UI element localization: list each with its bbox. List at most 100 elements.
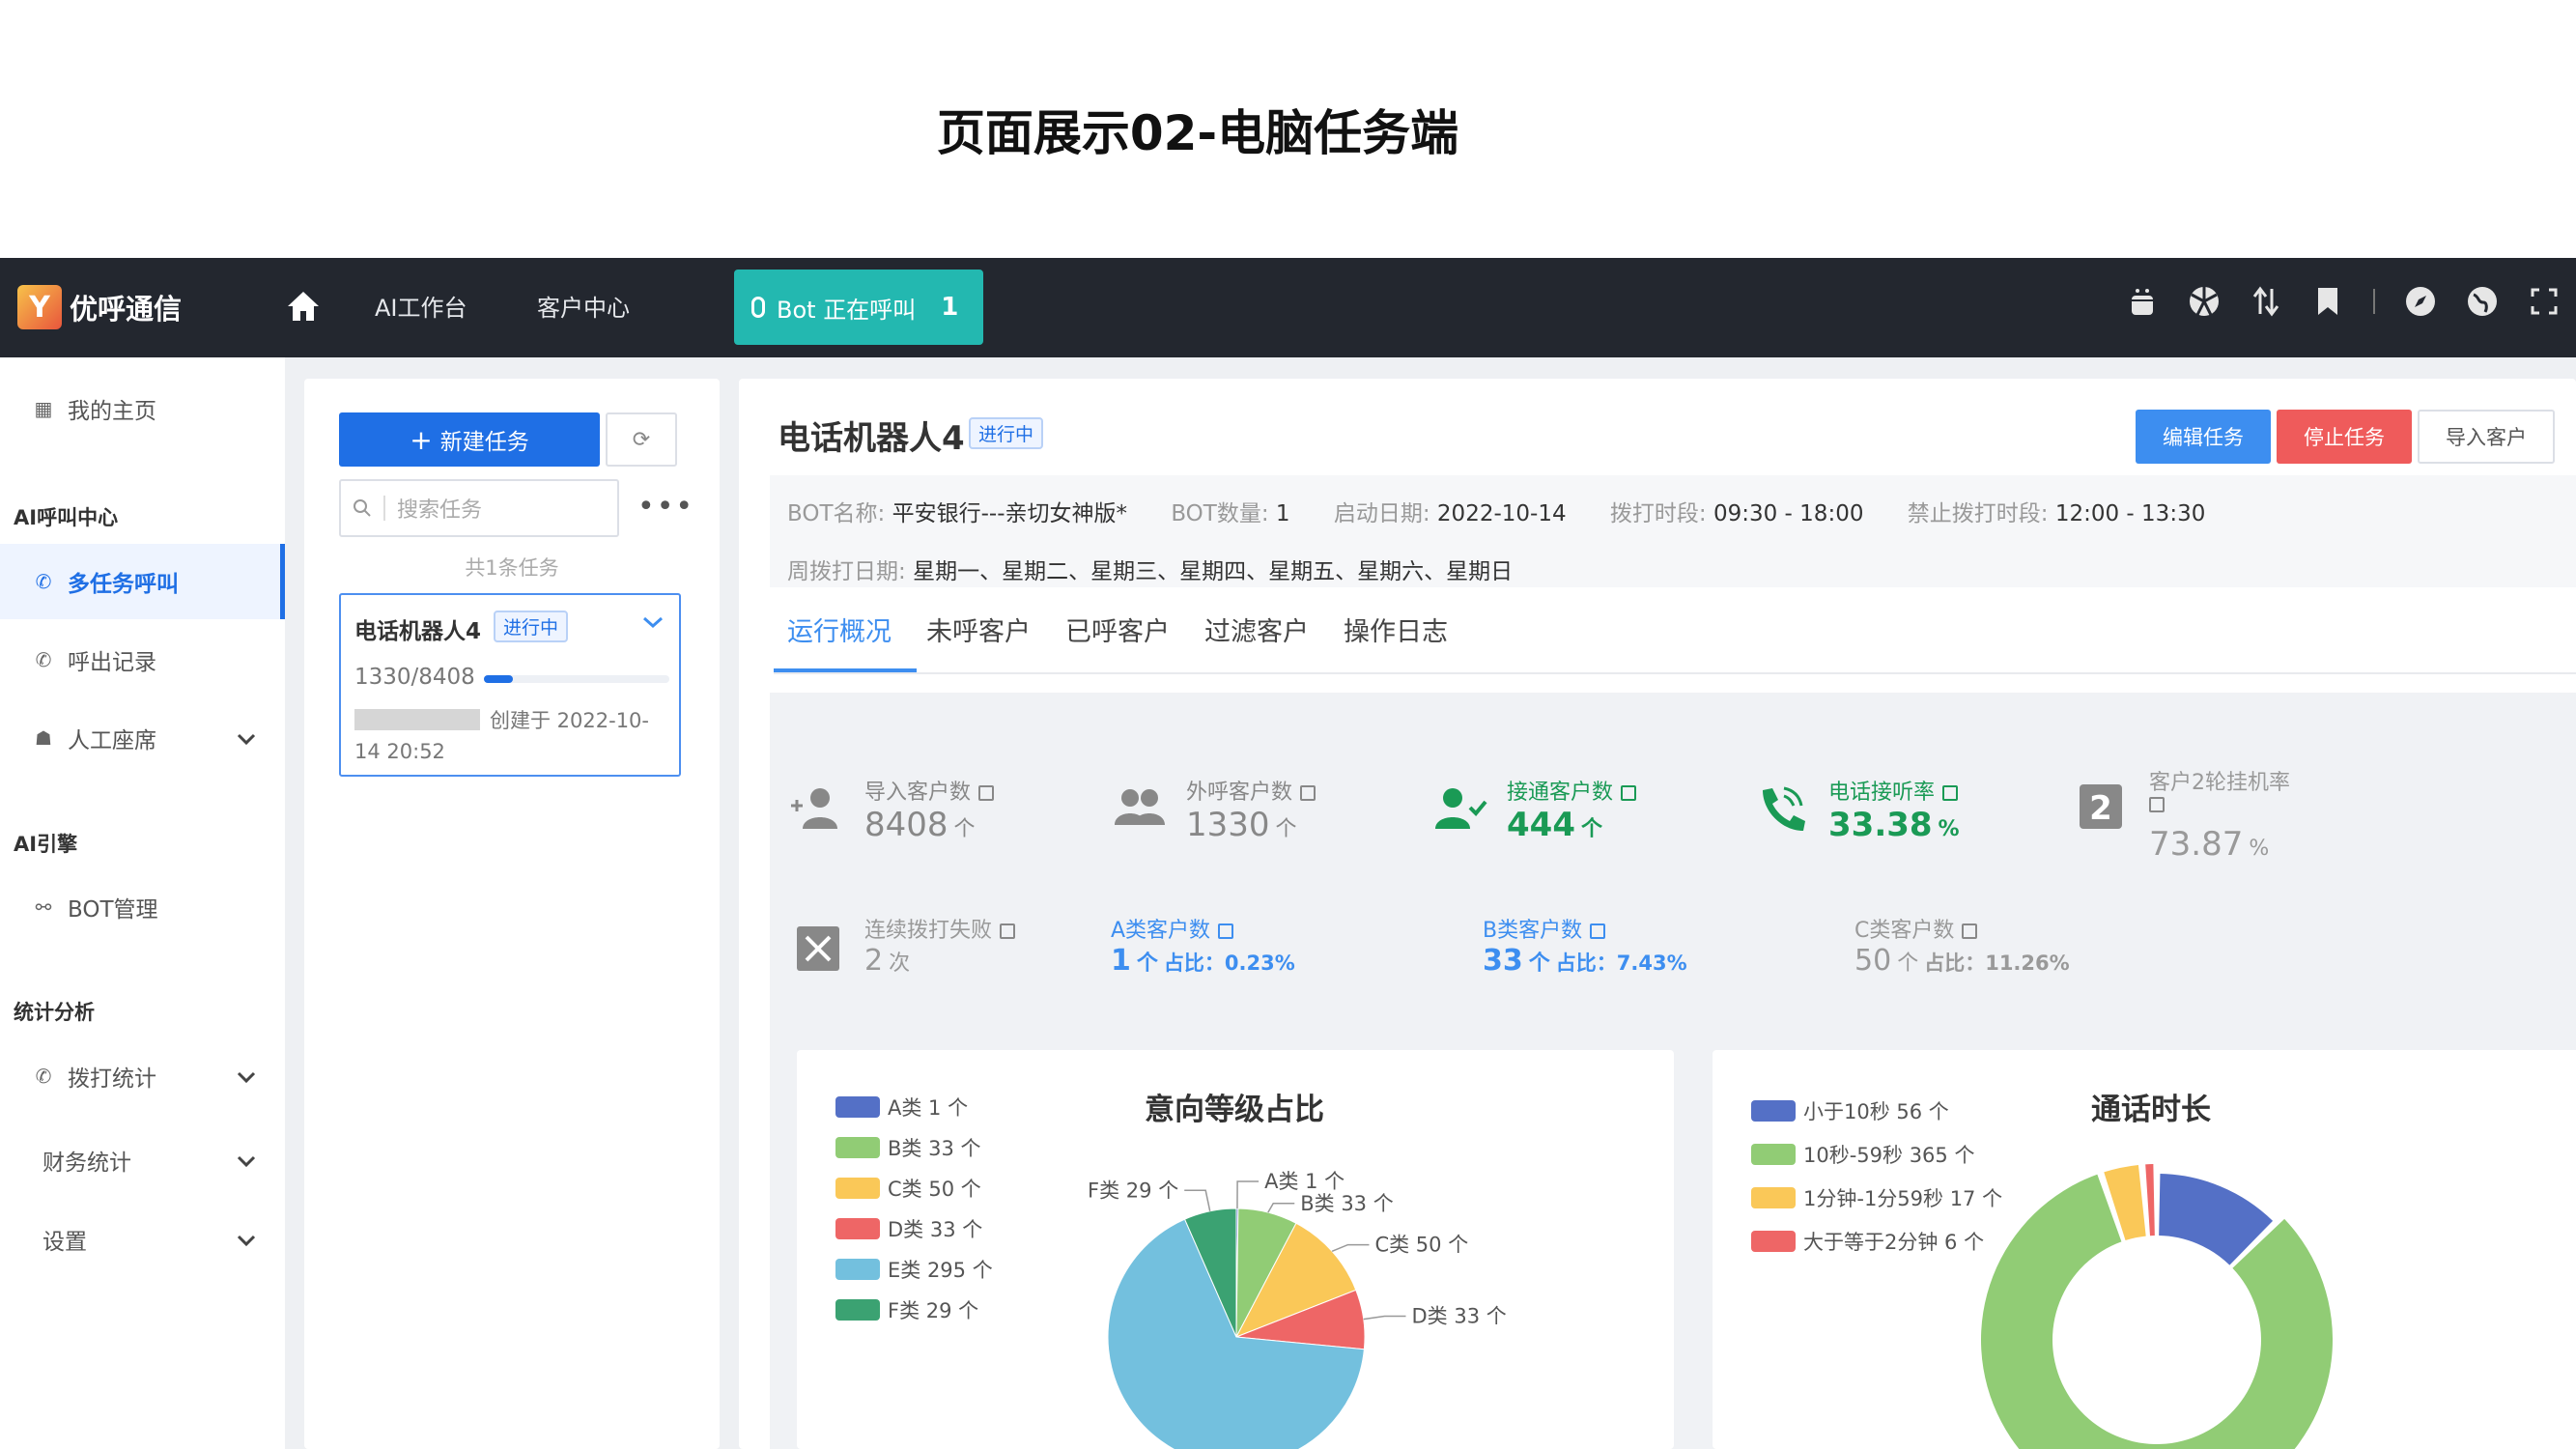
stat-label: 外呼客户数 bbox=[1186, 781, 1293, 805]
plus-icon: + bbox=[410, 423, 433, 456]
logo-text: 优呼通信 bbox=[70, 293, 183, 326]
refresh-button[interactable]: ⟳ bbox=[606, 412, 677, 467]
chevron-down-icon bbox=[237, 726, 256, 752]
bookmark-icon[interactable] bbox=[2311, 285, 2344, 318]
tab-uncalled[interactable]: 未呼客户 bbox=[926, 611, 1031, 648]
stat-unit: % bbox=[1938, 817, 1960, 841]
task-info-row-1: BOT名称: 平安银行---亲切女神版* BOT数量: 1 启动日期: 2022… bbox=[787, 495, 2574, 527]
logo-mark-icon: Y bbox=[17, 285, 62, 329]
task-progress-text: 1330/8408 bbox=[354, 665, 475, 690]
donut-slice[interactable] bbox=[1981, 1174, 2333, 1449]
intent-level-chart-card: A类 1 个 B类 33 个 C类 50 个 D类 33 个 E类 295 个 F类 29… bbox=[797, 1050, 1674, 1449]
toolbar-divider bbox=[2373, 289, 2375, 314]
task-info-row-2: 周拨打日期: 星期一、星期二、星期三、星期四、星期五、星期六、星期日 bbox=[787, 553, 2574, 585]
calendar-icon bbox=[1621, 785, 1637, 801]
tab-overview[interactable]: 运行概况 bbox=[787, 611, 892, 648]
task-card[interactable]: 电话机器人4 进行中 1330/8408 创建于 2022-10-14 20:5… bbox=[339, 593, 681, 777]
pie-label: D类 33 个 bbox=[1412, 1305, 1507, 1328]
android-icon[interactable] bbox=[2126, 285, 2159, 318]
sidebar-item-multi-task-call[interactable]: ✆ 多任务呼叫 bbox=[0, 544, 285, 619]
home-icon[interactable] bbox=[284, 287, 323, 326]
tab-filtered[interactable]: 过滤客户 bbox=[1204, 611, 1309, 648]
stat-value: 73.87 bbox=[2149, 825, 2244, 864]
bot-calling-button[interactable]: Bot 正在呼叫 1 bbox=[734, 270, 983, 345]
stat-label: 连续拨打失败 bbox=[864, 919, 993, 943]
stat-value: 33.38 bbox=[1828, 806, 1933, 844]
stat-unit: % bbox=[2249, 837, 2270, 861]
sidebar-item-settings[interactable]: 设置 bbox=[0, 1210, 285, 1268]
sidebar-item-dial-stats[interactable]: ✆ 拨打统计 bbox=[0, 1047, 285, 1105]
sidebar-item-finance-stats[interactable]: 财务统计 bbox=[0, 1131, 285, 1189]
sidebar-item-home[interactable]: ▦ 我的主页 bbox=[0, 380, 285, 438]
sidebar-item-label: 财务统计 bbox=[42, 1151, 131, 1176]
task-created-time: 创建于 2022-10-14 20:52 bbox=[354, 709, 649, 763]
search-placeholder: 搜索任务 bbox=[397, 498, 483, 523]
tab-called[interactable]: 已呼客户 bbox=[1065, 611, 1170, 648]
weekdays-label: 周拨打日期: bbox=[787, 559, 906, 584]
transfer-icon[interactable] bbox=[2250, 285, 2282, 318]
phone-outgoing-icon: ✆ bbox=[35, 648, 52, 671]
stat-unit: 个 bbox=[953, 817, 976, 841]
sidebar-item-label: 呼出记录 bbox=[68, 650, 156, 675]
sidebar-item-label: 设置 bbox=[42, 1230, 87, 1255]
calendar-icon bbox=[1300, 785, 1316, 801]
bot-name-value: 平安银行---亲切女神版* bbox=[892, 501, 1127, 526]
stat-label: A类客户数 bbox=[1111, 919, 1211, 943]
dashboard-icon: ▦ bbox=[34, 397, 53, 420]
chevron-down-icon bbox=[237, 1149, 256, 1174]
chevron-down-icon[interactable] bbox=[642, 614, 664, 633]
sidebar-item-label: BOT管理 bbox=[68, 897, 158, 923]
stop-task-button[interactable]: 停止任务 bbox=[2277, 410, 2412, 464]
pie-label: B类 33 个 bbox=[1300, 1192, 1393, 1215]
search-divider bbox=[383, 496, 385, 521]
phone-stats-icon: ✆ bbox=[35, 1065, 52, 1088]
compass-icon[interactable] bbox=[2404, 285, 2437, 318]
chevron-down-icon bbox=[237, 1228, 256, 1253]
new-task-label: 新建任务 bbox=[439, 430, 529, 455]
new-task-button[interactable]: + 新建任务 bbox=[339, 412, 600, 467]
detail-tabs: 运行概况 未呼客户 已呼客户 过滤客户 操作日志 bbox=[787, 611, 1483, 648]
phone-icon: ✆ bbox=[35, 570, 52, 593]
stat-label: B类客户数 bbox=[1483, 919, 1583, 943]
sidebar-item-agents[interactable]: ☗ 人工座席 bbox=[0, 709, 285, 767]
sidebar-item-bot-manage[interactable]: ⚯ BOT管理 bbox=[0, 878, 285, 936]
stat-value: 444 bbox=[1507, 806, 1575, 844]
import-customers-button[interactable]: 导入客户 bbox=[2418, 410, 2555, 464]
task-count: 共1条任务 bbox=[465, 556, 559, 580]
nav-customer-center[interactable]: 客户中心 bbox=[537, 289, 630, 323]
forbid-period-label: 禁止拨打时段: bbox=[1907, 501, 2049, 526]
stat-unit: 次 bbox=[889, 952, 911, 976]
call-duration-chart-card: 小于10秒 56 个 10秒-59秒 365 个 1分钟-1分59秒 17 个大于等… bbox=[1713, 1050, 2576, 1449]
donut-slice[interactable] bbox=[2145, 1164, 2155, 1236]
logo[interactable]: Y 优呼通信 bbox=[17, 282, 182, 332]
weekdays-value: 星期一、星期二、星期三、星期四、星期五、星期六、星期日 bbox=[913, 559, 1514, 584]
forbid-period-value: 12:00 - 13:30 bbox=[2054, 501, 2206, 526]
globe-icon[interactable] bbox=[2466, 285, 2499, 318]
stat-value: 1 bbox=[1111, 944, 1131, 978]
sidebar-item-call-records[interactable]: ✆ 呼出记录 bbox=[0, 631, 285, 689]
edit-task-button[interactable]: 编辑任务 bbox=[2136, 410, 2271, 464]
chevron-down-icon bbox=[237, 1065, 256, 1090]
search-task-input[interactable]: 搜索任务 bbox=[339, 479, 619, 537]
nav-ai-workbench[interactable]: AI工作台 bbox=[375, 289, 467, 323]
calendar-icon bbox=[1962, 923, 1978, 939]
aperture-icon[interactable] bbox=[2188, 285, 2221, 318]
refresh-icon: ⟳ bbox=[632, 427, 651, 452]
more-options-icon[interactable]: ••• bbox=[637, 490, 694, 524]
toolbar-icons bbox=[2097, 285, 2561, 318]
stats-panel: 导入客户数 8408 个 外呼客户数 1330 个 接通客户数 444 个 电话接听率… bbox=[789, 736, 2574, 1007]
tab-operation-log[interactable]: 操作日志 bbox=[1344, 611, 1448, 648]
user-check-icon bbox=[1435, 788, 1487, 829]
add-user-icon bbox=[791, 788, 837, 829]
stat-unit: 个 bbox=[1275, 817, 1297, 841]
bot-name-label: BOT名称: bbox=[787, 501, 886, 526]
stat-label: 导入客户数 bbox=[864, 781, 972, 805]
fullscreen-icon[interactable] bbox=[2528, 285, 2561, 318]
task-progress-bar bbox=[484, 675, 669, 683]
bot-calling-label: Bot 正在呼叫 bbox=[777, 296, 917, 324]
pie-leader-line bbox=[1236, 1180, 1260, 1209]
bot-count-value: 1 bbox=[1275, 501, 1290, 526]
calendar-icon bbox=[978, 785, 995, 801]
sidebar-group-call-center: AI呼叫中心 bbox=[14, 506, 119, 529]
pie-leader-line bbox=[1331, 1243, 1370, 1252]
